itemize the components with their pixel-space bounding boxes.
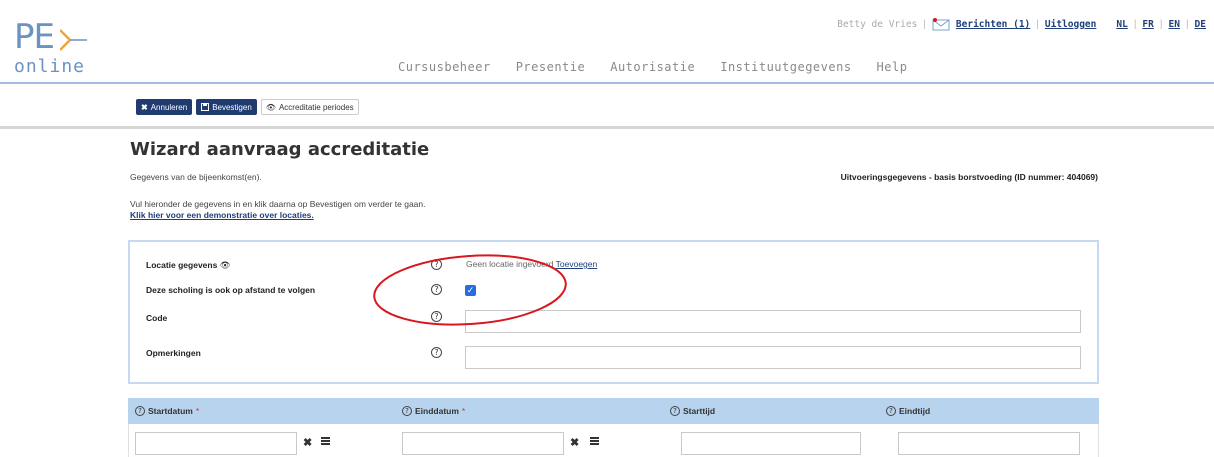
divider: | <box>1159 19 1163 30</box>
remarks-input[interactable] <box>465 346 1081 369</box>
header-starttime: ? Starttijd <box>670 406 715 416</box>
confirm-button[interactable]: Bevestigen <box>196 99 257 115</box>
nav-item-help[interactable]: Help <box>877 60 908 74</box>
accreditation-periods-button[interactable]: 👁 Accreditatie periodes <box>260 99 359 115</box>
lang-fr-link[interactable]: FR <box>1142 19 1153 30</box>
dates-table-header <box>128 398 1099 424</box>
endtime-input[interactable] <box>898 432 1080 455</box>
divider: | <box>1133 19 1137 30</box>
header-startdate: ? Startdatum * <box>135 406 199 416</box>
remarks-label: Opmerkingen <box>146 348 201 358</box>
user-topbar: Betty de Vries | Berichten (1) | Uitlogg… <box>837 18 1206 31</box>
remote-label: Deze scholing is ook op afstand te volge… <box>146 285 316 295</box>
save-icon <box>201 103 210 111</box>
clear-icon[interactable]: ✖ <box>303 436 312 449</box>
clear-icon[interactable]: ✖ <box>570 436 579 449</box>
main-nav: Cursusbeheer Presentie Autorisatie Insti… <box>398 60 907 74</box>
help-icon[interactable]: ? <box>135 406 145 416</box>
lang-en-link[interactable]: EN <box>1168 19 1179 30</box>
page-subtitle: Gegevens van de bijeenkomst(en). <box>130 172 262 182</box>
nav-item-instituutgegevens[interactable]: Instituutgegevens <box>720 60 851 74</box>
divider: | <box>1185 19 1189 30</box>
header-starttime-label: Starttijd <box>683 406 716 416</box>
logout-link[interactable]: Uitloggen <box>1045 19 1096 30</box>
required-mark: * <box>461 406 466 416</box>
help-icon[interactable]: ? <box>402 406 412 416</box>
calendar-icon[interactable] <box>321 437 330 446</box>
close-icon: ✖ <box>141 102 148 112</box>
nav-item-cursusbeheer[interactable]: Cursusbeheer <box>398 60 491 74</box>
eye-icon: 👁 <box>265 102 276 112</box>
location-status: Geen locatie ingevoerd <box>466 259 554 269</box>
eye-icon[interactable]: 👁 <box>220 260 231 270</box>
add-location-link[interactable]: Toevoegen <box>556 259 598 269</box>
demo-locations-link[interactable]: Klik hier voor een demonstratie over loc… <box>130 210 314 220</box>
starttime-input[interactable] <box>681 432 861 455</box>
required-mark: * <box>195 406 200 416</box>
header-endtime: ? Eindtijd <box>886 406 930 416</box>
accreditation-periods-label: Accreditatie periodes <box>278 102 354 112</box>
execution-info: Uitvoeringsgegevens - basis borstvoeding… <box>840 172 1098 182</box>
help-icon[interactable]: ? <box>670 406 680 416</box>
user-name: Betty de Vries <box>837 19 918 30</box>
cancel-button[interactable]: ✖ Annuleren <box>136 99 193 115</box>
help-icon[interactable]: ? <box>431 311 442 322</box>
header-endtime-label: Eindtijd <box>899 406 931 416</box>
location-value: Geen locatie ingevoerd Toevoegen <box>466 259 597 269</box>
logo-online-text: online <box>14 56 86 77</box>
help-icon[interactable]: ? <box>431 284 442 295</box>
lang-de-link[interactable]: DE <box>1195 19 1206 30</box>
startdate-input[interactable] <box>135 432 297 455</box>
confirm-button-label: Bevestigen <box>212 102 252 112</box>
toolbar-divider <box>0 126 1214 129</box>
lang-nl-link[interactable]: NL <box>1116 19 1127 30</box>
help-icon[interactable]: ? <box>431 259 442 270</box>
pe-online-logo[interactable]: PE online <box>14 20 94 78</box>
header-enddate-label: Einddatum <box>415 406 459 416</box>
help-icon[interactable]: ? <box>886 406 896 416</box>
header-startdate-label: Startdatum <box>148 406 193 416</box>
mail-icon[interactable] <box>932 18 950 31</box>
code-label: Code <box>146 313 168 323</box>
logo-pe-text: PE <box>14 17 55 57</box>
remote-checkbox[interactable]: ✓ <box>465 285 476 296</box>
enddate-input[interactable] <box>402 432 564 455</box>
header-enddate: ? Einddatum * <box>402 406 465 416</box>
code-input[interactable] <box>465 310 1081 333</box>
divider: | <box>923 19 926 30</box>
instruction-text: Vul hieronder de gegevens in en klik daa… <box>130 199 426 209</box>
action-toolbar: ✖ Annuleren Bevestigen 👁 Accreditatie pe… <box>136 99 359 115</box>
divider: | <box>1036 19 1039 30</box>
nav-item-autorisatie[interactable]: Autorisatie <box>610 60 695 74</box>
calendar-icon[interactable] <box>590 437 599 446</box>
cancel-button-label: Annuleren <box>150 102 188 112</box>
location-label: Locatie gegevens <box>146 260 218 270</box>
header-divider <box>0 82 1214 84</box>
help-icon[interactable]: ? <box>431 347 442 358</box>
messages-link[interactable]: Berichten (1) <box>956 19 1030 30</box>
page-title: Wizard aanvraag accreditatie <box>130 139 430 160</box>
location-label-row: Locatie gegevens 👁 <box>146 260 231 271</box>
logo-arrow-icon <box>60 29 87 51</box>
nav-item-presentie[interactable]: Presentie <box>516 60 586 74</box>
